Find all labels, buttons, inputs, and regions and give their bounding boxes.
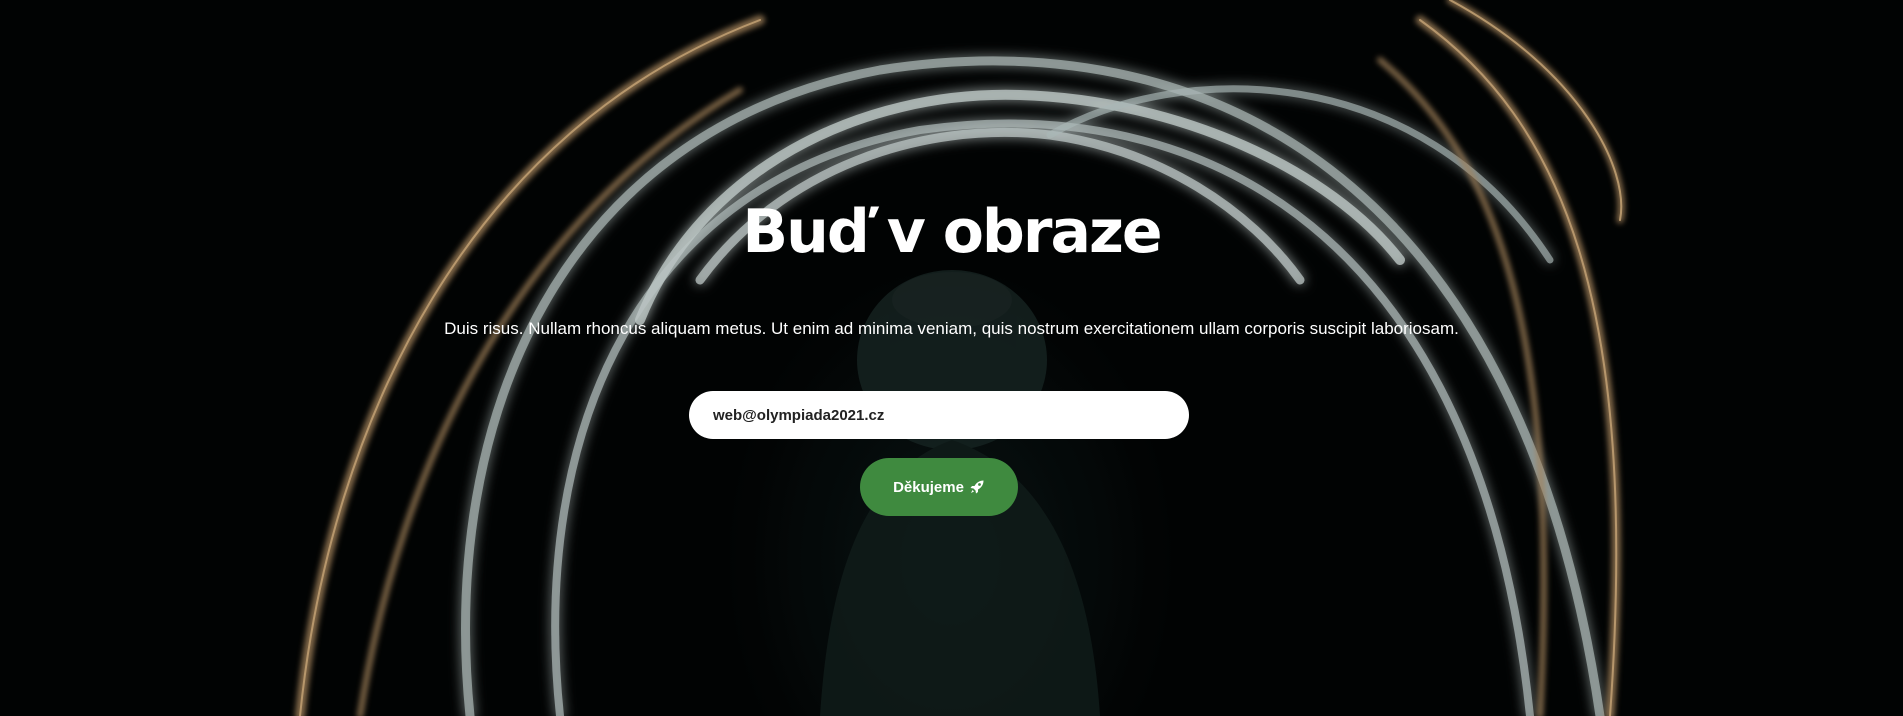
newsletter-content: Buď v obraze Duis risus. Nullam rhoncus …	[0, 0, 1903, 716]
email-field[interactable]	[689, 391, 1189, 439]
submit-button-label: Děkujeme	[893, 478, 964, 496]
submit-button[interactable]: Děkujeme	[860, 458, 1018, 516]
newsletter-hero: Buď v obraze Duis risus. Nullam rhoncus …	[0, 0, 1903, 716]
page-title: Buď v obraze	[742, 197, 1162, 267]
rocket-icon	[970, 480, 984, 494]
page-subtitle: Duis risus. Nullam rhoncus aliquam metus…	[444, 319, 1459, 338]
